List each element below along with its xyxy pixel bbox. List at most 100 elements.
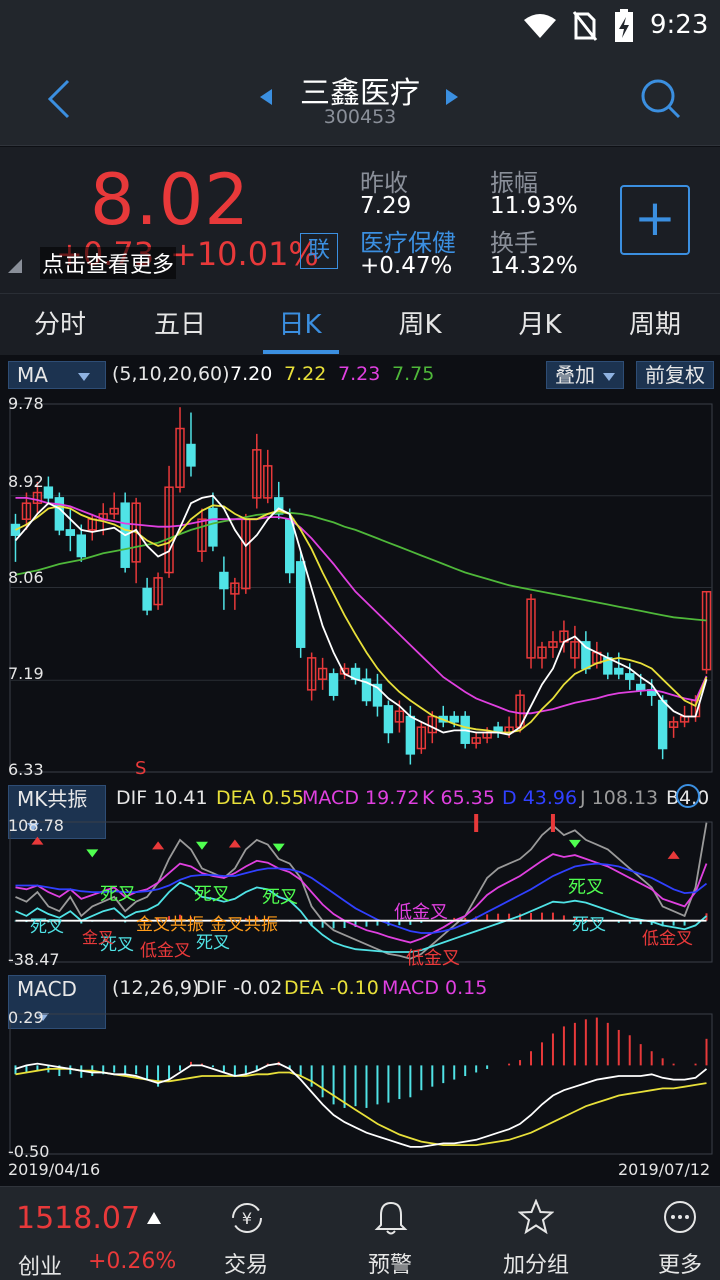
- ma10-value: 7.22: [284, 363, 327, 385]
- mk-top-signal-bar: [474, 814, 479, 832]
- mk-macd-value: 19.72: [365, 787, 420, 809]
- ma-dropdown-label: MA: [17, 363, 48, 387]
- price-change-pct: +10.01%: [170, 235, 319, 273]
- k-axis-2: 8.92: [8, 472, 44, 491]
- prev-stock-icon[interactable]: [258, 88, 274, 106]
- candle-body: [54, 497, 65, 531]
- chart-area[interactable]: MA (5,10,20,60) 7.20 7.22 7.23 7.75 叠加 前…: [0, 356, 720, 1186]
- mk-dif-value: 10.41: [153, 787, 208, 809]
- mk-top-signal-bar: [550, 814, 555, 832]
- status-time: 9:23: [650, 10, 709, 40]
- mk-signal-arrow: [152, 841, 165, 850]
- tab-daily-k[interactable]: 日K: [240, 294, 360, 356]
- tab-monthly-k[interactable]: 月K: [480, 294, 600, 356]
- signal-dead-cross-5: 死叉: [30, 917, 64, 937]
- macd-params: (12,26,9): [112, 977, 200, 999]
- candle-body: [295, 561, 306, 648]
- candle-body: [449, 715, 459, 723]
- tab-weekly-k[interactable]: 周K: [360, 294, 480, 356]
- kline-frame: [9, 403, 713, 773]
- no-sim-icon: [572, 11, 598, 41]
- macd-dea-value: -0.10: [329, 977, 379, 999]
- add-watchlist-button[interactable]: +: [620, 185, 690, 255]
- mk-j-value: 108.13: [591, 787, 659, 809]
- candle-body: [208, 507, 218, 547]
- period-tabs: 分时 五日 日K 周K 月K 周期: [0, 293, 720, 355]
- tab-period[interactable]: 周期: [600, 294, 710, 356]
- candle-body: [76, 534, 86, 558]
- candle-body: [43, 486, 54, 499]
- signal-dead-cross-4: 死叉: [568, 877, 604, 898]
- candle-body: [581, 641, 591, 670]
- macd-dif-value: -0.02: [233, 977, 283, 999]
- signal-gold-resonance-2: 金叉共振: [210, 915, 278, 935]
- battery-charging-icon: [615, 9, 633, 42]
- settings-circle-icon[interactable]: [674, 782, 702, 810]
- index-pct: +0.26%: [88, 1249, 177, 1274]
- next-stock-icon[interactable]: [444, 88, 460, 106]
- ma-dropdown[interactable]: MA: [8, 361, 106, 389]
- macd-macd-value: 0.15: [445, 977, 488, 999]
- index-name: 创业: [18, 1255, 63, 1280]
- overlay-label: 叠加: [555, 363, 595, 387]
- svg-text:¥: ¥: [242, 1209, 252, 1228]
- mk-d-label: D: [502, 787, 517, 809]
- date-end: 2019/07/12: [618, 1160, 711, 1179]
- nav-alert-label: 预警: [367, 1253, 412, 1278]
- sell-marker: S: [135, 758, 147, 779]
- macd-axis-bottom: -0.50: [8, 1142, 50, 1161]
- candle-body: [285, 518, 295, 574]
- date-start: 2019/04/16: [8, 1160, 101, 1179]
- linked-stock-button[interactable]: 联: [300, 233, 338, 269]
- yuan-cycle-icon: ¥: [232, 1203, 262, 1233]
- mk-dif-label: DIF: [116, 787, 148, 809]
- overlay-dropdown[interactable]: 叠加: [546, 361, 624, 389]
- amplitude-value: 11.93%: [490, 193, 578, 219]
- back-icon[interactable]: [44, 78, 74, 120]
- macd-dif-line: [15, 1062, 708, 1148]
- signal-dead-cross-1: 死叉: [100, 884, 136, 905]
- mk-k-value: 65.35: [440, 787, 495, 809]
- prev-close-value: 7.29: [360, 193, 412, 219]
- mk-j-label: J: [580, 787, 586, 809]
- tab-five-day[interactable]: 五日: [120, 294, 240, 356]
- kline-chart[interactable]: [0, 394, 720, 782]
- mk-signal-arrow: [667, 850, 680, 859]
- mk-axis-bottom: -38.47: [8, 950, 60, 969]
- search-icon[interactable]: [638, 76, 682, 120]
- mk-signal-arrow: [272, 843, 285, 852]
- chevron-down-icon: [77, 372, 90, 381]
- index-value[interactable]: 1518.07: [16, 1201, 140, 1236]
- macd-chart[interactable]: [0, 1004, 720, 1164]
- ma60-value: 7.75: [392, 363, 435, 385]
- mk-macd-label: MACD: [302, 787, 359, 809]
- signal-gold-resonance: 金叉共振: [136, 915, 204, 935]
- candle-body: [625, 673, 635, 680]
- macd-dif-label: DIF: [196, 977, 228, 999]
- candle-body: [636, 683, 646, 691]
- candle-body: [657, 699, 668, 750]
- nav-add-group-label: 加分组: [502, 1253, 569, 1278]
- quote-panel[interactable]: 8.02 +0.73 +10.01% 联 点击查看更多 昨收 7.29 医疗保健…: [0, 147, 720, 293]
- adjust-button[interactable]: 前复权: [636, 361, 714, 389]
- candle-body: [65, 529, 76, 536]
- signal-dead-cross-3: 死叉: [262, 887, 298, 908]
- ma10-line: [15, 504, 708, 734]
- macd-axis-top: 0.29: [8, 1008, 44, 1027]
- turnover-value: 14.32%: [490, 253, 578, 279]
- k-axis-bottom: 6.33: [8, 760, 44, 779]
- more-hint[interactable]: 点击查看更多: [40, 247, 177, 279]
- wifi-icon: [524, 14, 556, 38]
- macd-dropdown-label: MACD: [17, 977, 77, 1001]
- macd-dea-line: [15, 1068, 707, 1147]
- star-icon: [518, 1199, 554, 1235]
- mk-dea-label: DEA: [216, 787, 256, 809]
- stock-code: 300453: [323, 106, 397, 128]
- signal-low-gold-2: 低金叉: [406, 948, 460, 969]
- mk-axis-top: 108.78: [8, 816, 64, 835]
- ma5-value: 7.20: [230, 363, 273, 385]
- k-axis-3: 8.06: [8, 568, 44, 587]
- tab-intraday[interactable]: 分时: [0, 294, 120, 356]
- bell-icon: [374, 1201, 408, 1235]
- signal-low-gold-4: 低金叉: [642, 929, 693, 949]
